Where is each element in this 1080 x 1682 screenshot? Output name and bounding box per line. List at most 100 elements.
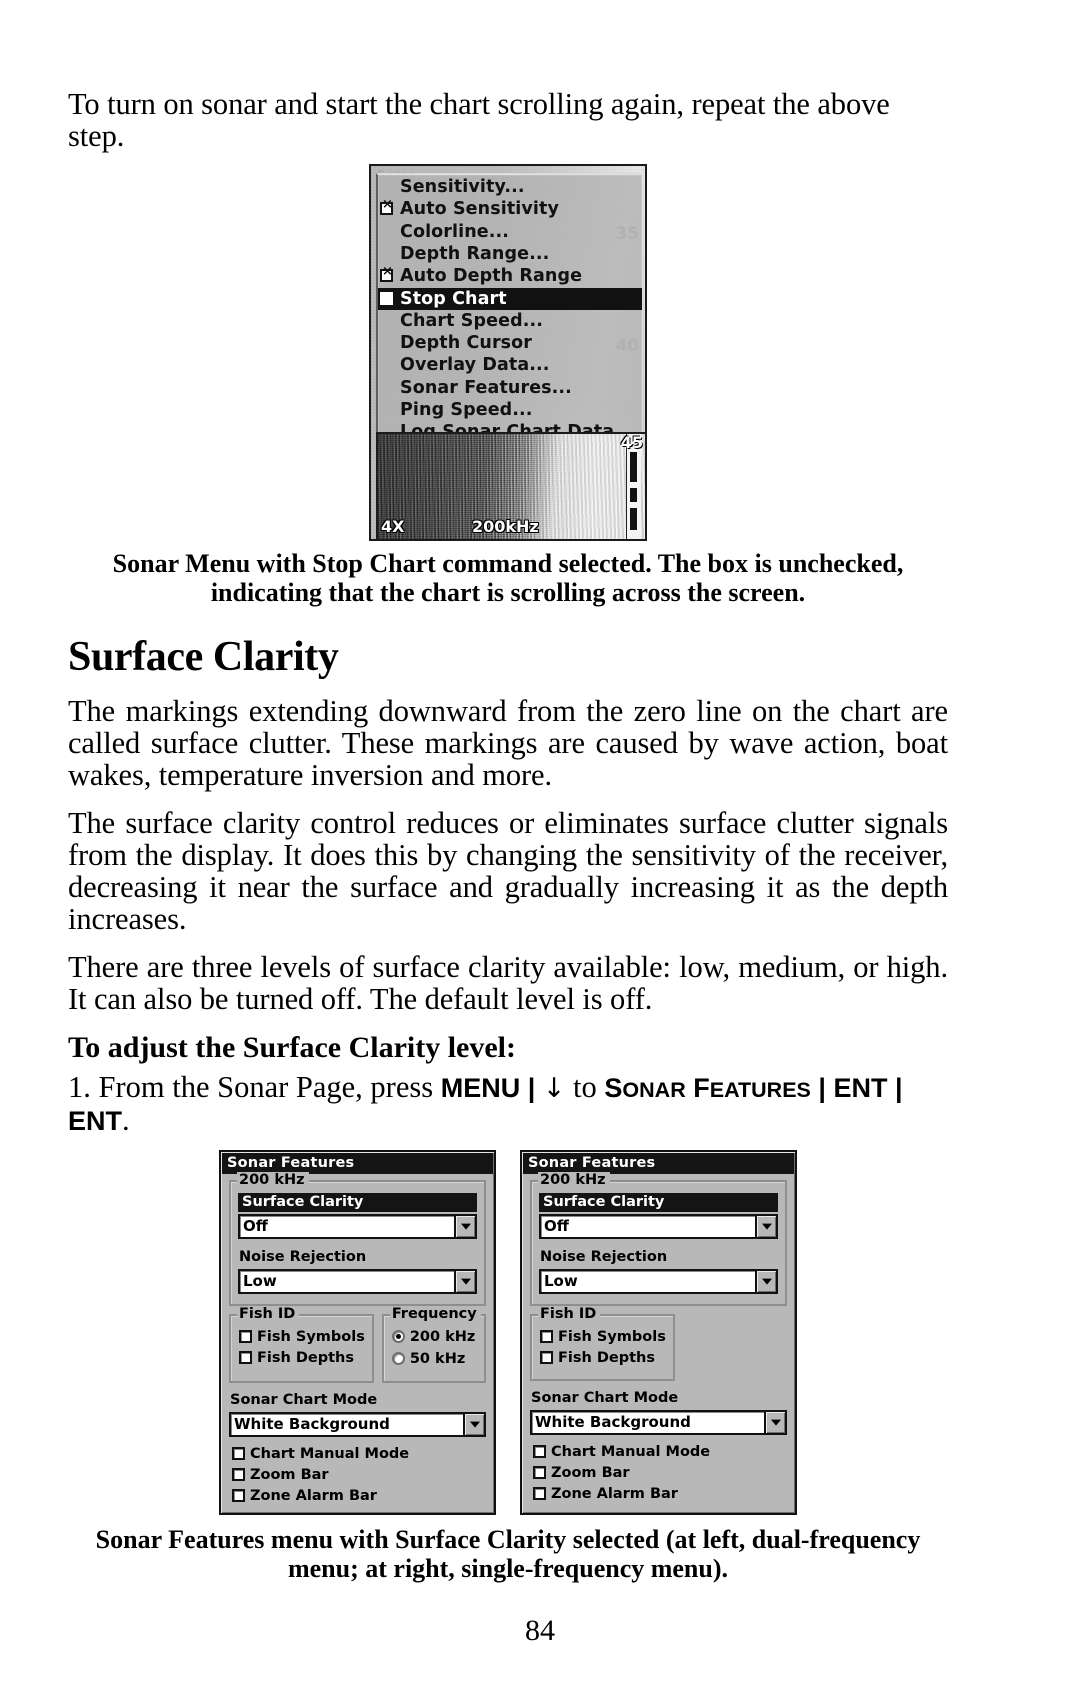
noise-rejection-value-right: Low — [544, 1271, 578, 1290]
freq-50khz-radio[interactable]: 50 kHz — [391, 1350, 477, 1367]
freq-50khz-label: 50 kHz — [409, 1350, 466, 1367]
noise-rejection-select-right[interactable]: Low — [539, 1268, 778, 1294]
sonar-menu-item-label: Depth Range... — [400, 243, 550, 264]
sonar-chart-mode-value-left: White Background — [234, 1414, 390, 1433]
fish-depths-checkbox-right[interactable]: Fish Depths — [540, 1350, 666, 1366]
sonar-chart-mode-select-left[interactable]: White Background — [229, 1411, 486, 1437]
down-arrow-icon: ↓ — [542, 1073, 566, 1105]
frequency-radio-group-left: Frequency 200 kHz 50 kHz — [381, 1305, 486, 1383]
step-mid: to — [565, 1070, 605, 1105]
chevron-down-icon[interactable] — [764, 1411, 785, 1433]
sonar-menu-item[interactable]: Depth Cursor — [378, 332, 642, 354]
surface-clarity-label-right: Surface Clarity — [539, 1192, 778, 1212]
checkbox-checked-icon — [380, 198, 393, 216]
strip-zoom-label: 4X — [381, 517, 405, 537]
frequency-group-left: 200 kHz Surface Clarity Off Noise Reject… — [229, 1171, 486, 1306]
surface-clarity-select-right[interactable]: Off — [539, 1213, 778, 1239]
figure-caption-1: Sonar Menu with Stop Chart command selec… — [112, 549, 904, 608]
sonar-chart-mode-value-right: White Background — [535, 1412, 691, 1431]
sonar-menu-item[interactable]: Stop Chart — [378, 287, 642, 310]
key-ent-2: ENT — [68, 1105, 122, 1136]
sonar-menu-item[interactable]: Depth Range... — [378, 243, 642, 265]
sonar-menu-item[interactable]: Chart Speed... — [378, 310, 642, 332]
chart-manual-mode-checkbox-right[interactable]: Chart Manual Mode — [533, 1444, 785, 1460]
section-paragraph-1: The markings extending downward from the… — [68, 694, 948, 793]
checkbox-icon — [380, 291, 393, 305]
sonar-menu-item[interactable]: Auto Depth Range — [378, 265, 642, 287]
sonar-menu-item[interactable]: Sonar Features... — [378, 377, 642, 399]
noise-rejection-label-left: Noise Rejection — [239, 1248, 367, 1265]
step-separator-1: | — [520, 1073, 543, 1104]
sonar-menu-panel[interactable]: Sensitivity...Auto SensitivityColorline.… — [376, 173, 642, 446]
sc-features-rest: EATURES — [709, 1078, 811, 1103]
zoom-bar-checkbox-left[interactable]: Zoom Bar — [232, 1467, 484, 1483]
sonar-menu-item-label: Overlay Data... — [400, 355, 550, 376]
group-legend-fish-id-right: Fish ID — [538, 1305, 601, 1322]
sc-features-cap: F — [685, 1073, 710, 1104]
zone-alarm-bar-checkbox-left[interactable]: Zone Alarm Bar — [232, 1488, 484, 1504]
sonar-menu-item-label: Ping Speed... — [400, 400, 533, 420]
zone-alarm-bar-checkbox-right[interactable]: Zone Alarm Bar — [533, 1486, 785, 1502]
chevron-down-icon[interactable] — [454, 1270, 475, 1292]
sonar-menu-item-label: Auto Sensitivity — [400, 199, 559, 220]
sonar-chart-mode-block-right: Sonar Chart Mode White Background — [530, 1389, 787, 1435]
step-suffix: . — [122, 1102, 130, 1137]
zone-alarm-bar-label-left: Zone Alarm Bar — [250, 1487, 377, 1504]
extra-options-left: Chart Manual Mode Zoom Bar Zone Alarm Ba… — [231, 1446, 484, 1504]
fish-depths-checkbox-left[interactable]: Fish Depths — [239, 1350, 365, 1366]
sonar-menu-item-label: Auto Depth Range — [400, 266, 583, 287]
zone-alarm-bar-label-right: Zone Alarm Bar — [551, 1485, 678, 1502]
checkbox-icon — [533, 1445, 546, 1459]
section-paragraph-2: The surface clarity control reduces or e… — [68, 806, 948, 937]
chart-manual-mode-label-left: Chart Manual Mode — [250, 1445, 410, 1462]
zoom-bar-checkbox-right[interactable]: Zoom Bar — [533, 1465, 785, 1481]
step-prefix: 1. From the Sonar Page, press — [68, 1070, 441, 1105]
checkbox-icon — [533, 1487, 546, 1501]
key-ent-1: ENT — [833, 1073, 888, 1104]
sonar-menu-item[interactable]: Auto Sensitivity — [378, 198, 642, 220]
fishid-row-right: Fish ID Fish Symbols Fish Depths — [522, 1305, 795, 1389]
sonar-features-dialog-dual[interactable]: Sonar Features 200 kHz Surface Clarity O… — [219, 1149, 496, 1515]
zoom-bar-label-left: Zoom Bar — [250, 1466, 329, 1483]
document-page: To turn on sonar and start the chart scr… — [68, 0, 948, 1682]
chart-manual-mode-checkbox-left[interactable]: Chart Manual Mode — [232, 1446, 484, 1462]
dialog-title-left: Sonar Features — [222, 1152, 493, 1174]
fish-symbols-checkbox-left[interactable]: Fish Symbols — [239, 1329, 365, 1345]
dialog-title-right: Sonar Features — [523, 1152, 794, 1174]
chevron-down-icon[interactable] — [463, 1413, 484, 1435]
sc-sonar-cap: S — [604, 1073, 623, 1104]
fish-symbols-checkbox-right[interactable]: Fish Symbols — [540, 1329, 666, 1345]
figure-caption-2: Sonar Features menu with Surface Clarity… — [95, 1524, 921, 1583]
chevron-down-icon[interactable] — [755, 1215, 776, 1237]
surface-clarity-value-right: Off — [544, 1216, 569, 1235]
chart-manual-mode-label-right: Chart Manual Mode — [551, 1443, 711, 1460]
key-menu: MENU — [440, 1073, 521, 1104]
sonar-menu-item[interactable]: Sensitivity... — [378, 176, 642, 198]
sc-sonar-rest: ONAR — [622, 1078, 686, 1103]
sonar-menu-item[interactable]: Ping Speed... — [378, 399, 642, 421]
strip-frequency-label: 200kHz — [472, 517, 539, 537]
checkbox-icon — [540, 1351, 553, 1365]
sonar-chart-mode-block-left: Sonar Chart Mode White Background — [229, 1391, 486, 1437]
noise-rejection-select-left[interactable]: Low — [238, 1268, 477, 1294]
sonar-features-dialog-single[interactable]: Sonar Features 200 kHz Surface Clarity O… — [520, 1149, 797, 1515]
fish-symbols-label-right: Fish Symbols — [558, 1328, 666, 1345]
freq-200khz-radio[interactable]: 200 kHz — [391, 1329, 477, 1345]
fish-depths-label-right: Fish Depths — [558, 1349, 656, 1366]
surface-clarity-select-left[interactable]: Off — [238, 1213, 477, 1239]
surface-clarity-label-left: Surface Clarity — [238, 1192, 477, 1212]
step-instruction: 1. From the Sonar Page, press MENU | ↓ t… — [68, 1071, 948, 1135]
sonar-chart-mode-select-right[interactable]: White Background — [530, 1409, 787, 1435]
section-heading: Surface Clarity — [68, 634, 339, 681]
sonar-menu-item[interactable]: Colorline... — [378, 221, 642, 243]
group-legend-fish-id-left: Fish ID — [237, 1305, 300, 1322]
checkbox-icon — [232, 1468, 245, 1482]
checkbox-icon — [533, 1466, 546, 1480]
checkbox-icon — [232, 1489, 245, 1503]
checkbox-icon — [540, 1330, 553, 1344]
noise-rejection-value-left: Low — [243, 1271, 277, 1290]
chevron-down-icon[interactable] — [454, 1215, 475, 1237]
chevron-down-icon[interactable] — [755, 1270, 776, 1292]
menu-path-sonar-features: SONAR FEATURES — [604, 1073, 810, 1103]
sonar-menu-item[interactable]: Overlay Data... — [378, 354, 642, 376]
